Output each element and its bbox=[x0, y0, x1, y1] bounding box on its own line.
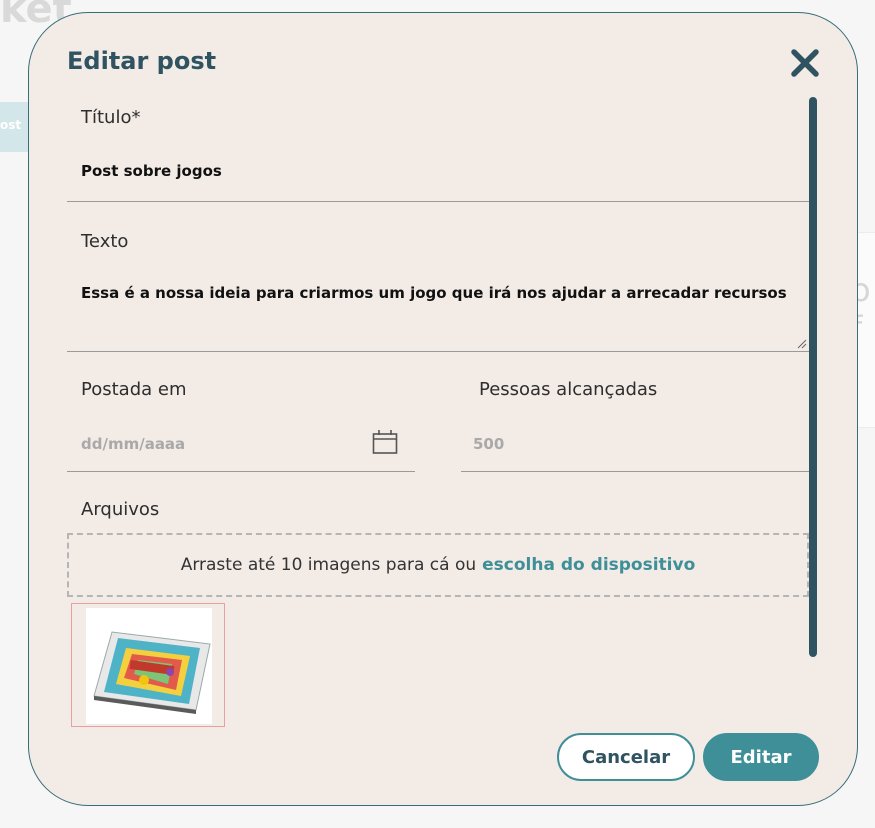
reach-underline bbox=[461, 471, 809, 472]
resize-grip-icon[interactable] bbox=[797, 339, 807, 349]
choose-from-device-link[interactable]: escolha do dispositivo bbox=[482, 555, 695, 575]
posted-at-underline bbox=[67, 471, 415, 472]
title-field-underline bbox=[67, 201, 809, 202]
close-button[interactable] bbox=[789, 47, 821, 79]
board-game-image bbox=[86, 608, 212, 724]
file-dropzone[interactable]: Arraste até 10 imagens para cá ou escolh… bbox=[67, 533, 809, 597]
background-chip-text: ost bbox=[0, 118, 22, 132]
posted-at-label: Postada em bbox=[81, 379, 187, 400]
close-icon bbox=[791, 49, 819, 77]
posted-at-date-input[interactable]: dd/mm/aaaa bbox=[81, 435, 185, 453]
edit-button-label: Editar bbox=[730, 746, 792, 768]
calendar-icon[interactable] bbox=[372, 429, 398, 455]
text-field-underline bbox=[67, 351, 809, 352]
reach-input[interactable]: 500 bbox=[473, 435, 504, 453]
modal-title: Editar post bbox=[67, 47, 217, 75]
edit-post-modal: Editar post Título* Post sobre jogos Tex… bbox=[28, 12, 858, 806]
modal-scrollbar[interactable] bbox=[809, 97, 817, 657]
cancel-button[interactable]: Cancelar bbox=[557, 733, 695, 781]
text-field-label: Texto bbox=[81, 231, 129, 252]
dropzone-text: Arraste até 10 imagens para cá ou bbox=[180, 555, 477, 575]
reach-label: Pessoas alcançadas bbox=[479, 379, 658, 400]
edit-submit-button[interactable]: Editar bbox=[703, 733, 819, 781]
text-field-textarea[interactable]: Essa é a nossa ideia para criarmos um jo… bbox=[81, 284, 801, 302]
files-label: Arquivos bbox=[81, 499, 160, 520]
title-field-label: Título* bbox=[81, 107, 141, 128]
uploaded-image-card[interactable] bbox=[71, 603, 225, 727]
cancel-button-label: Cancelar bbox=[581, 746, 671, 768]
modal-form: Título* Post sobre jogos Texto Essa é a … bbox=[67, 97, 809, 737]
title-field-input[interactable]: Post sobre jogos bbox=[81, 162, 222, 180]
